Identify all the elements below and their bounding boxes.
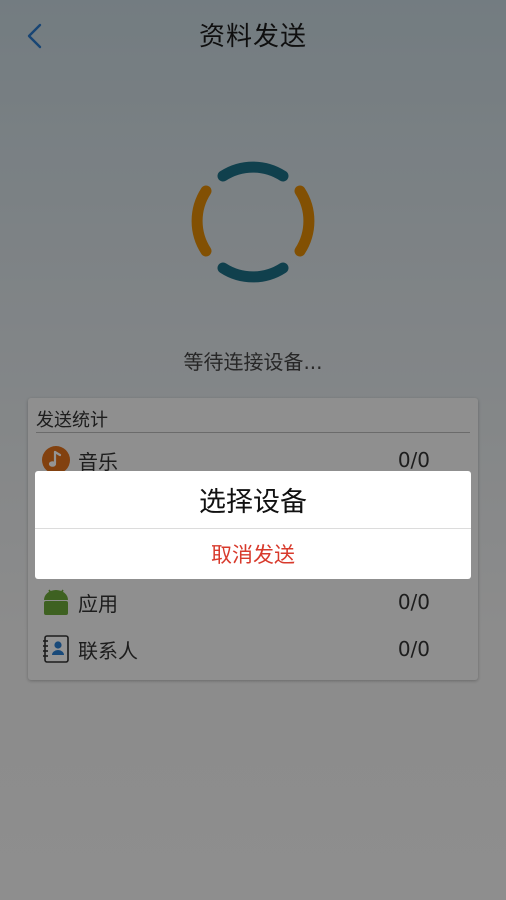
cancel-send-button[interactable]: 取消发送 xyxy=(35,529,471,579)
dialog-title: 选择设备 xyxy=(35,471,471,529)
modal-overlay[interactable] xyxy=(0,0,506,900)
select-device-dialog: 选择设备 取消发送 xyxy=(35,471,471,579)
